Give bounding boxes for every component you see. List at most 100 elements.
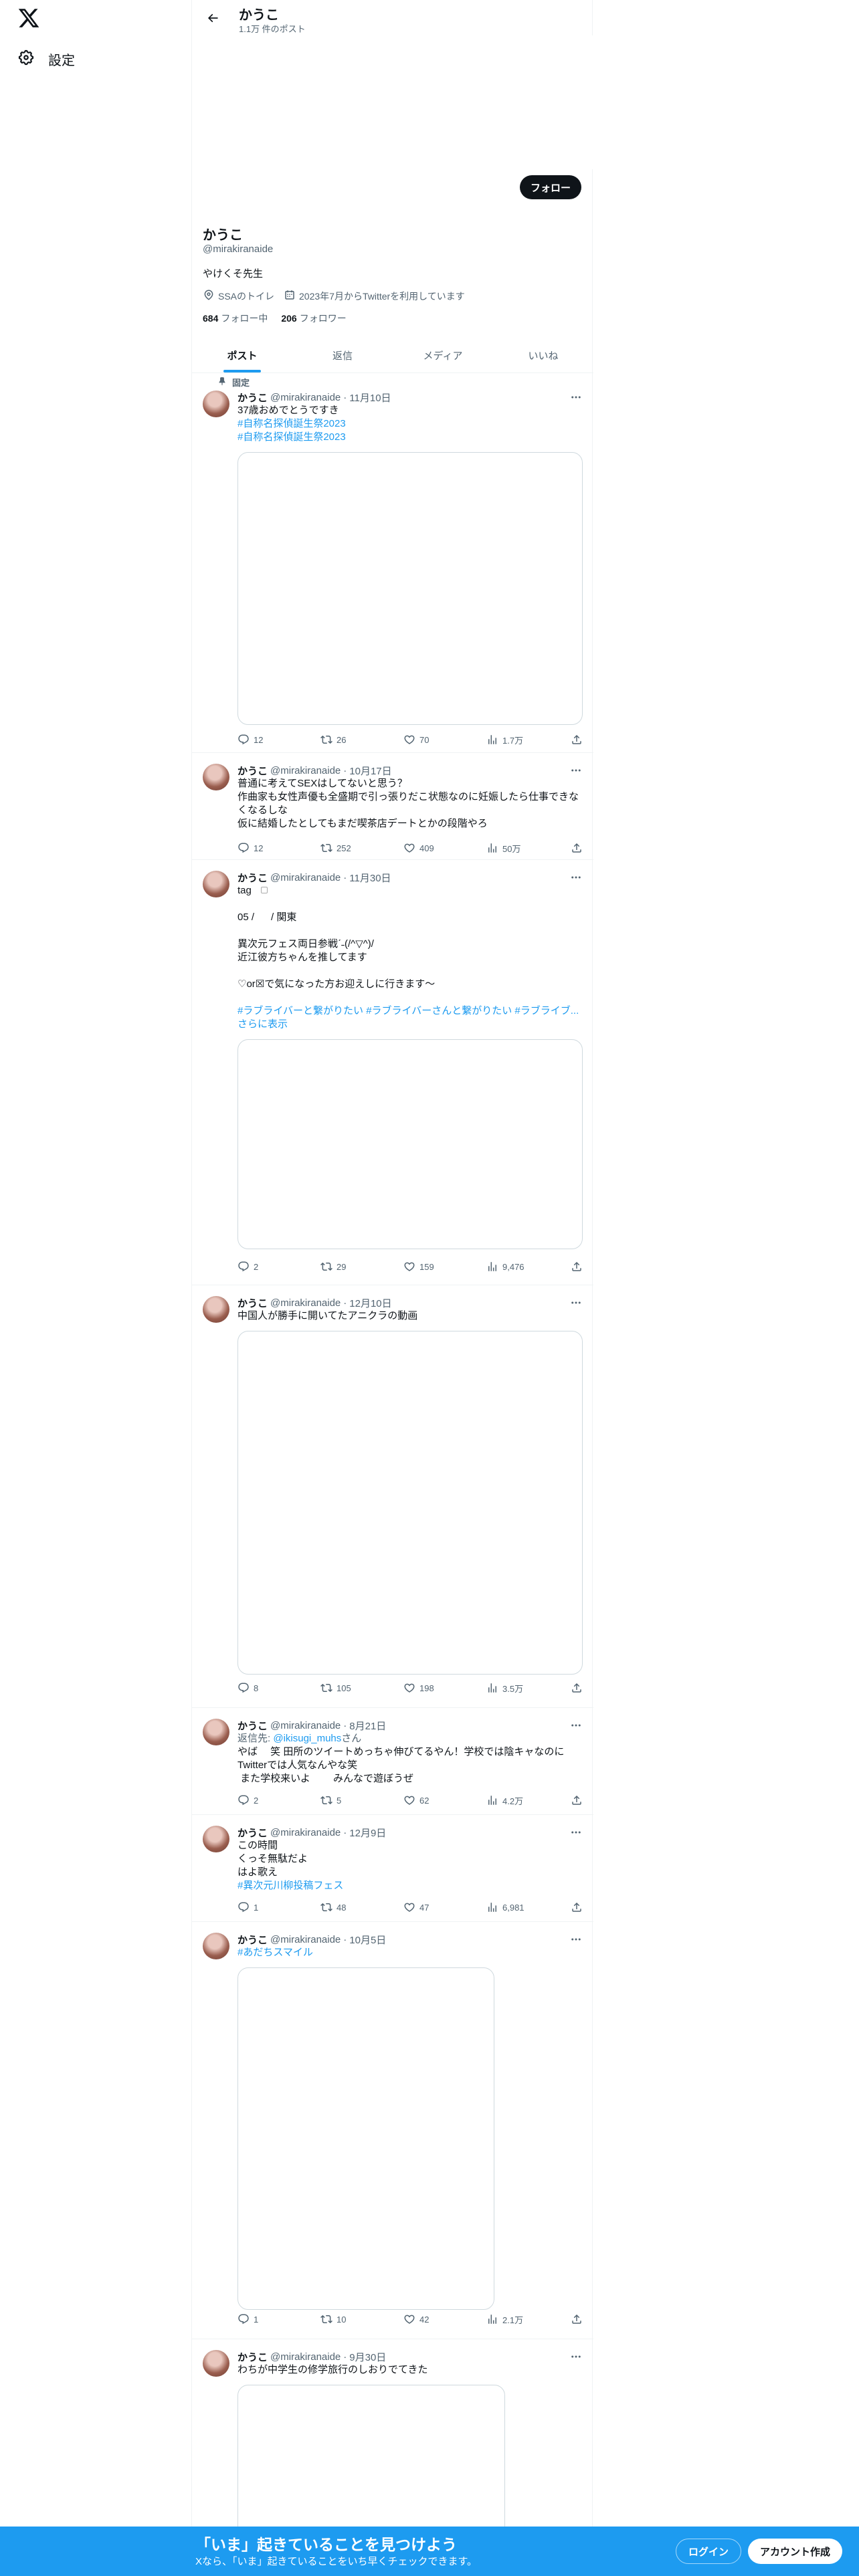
show-more-link[interactable]: さらに表示 [237,1018,583,1031]
tab-likes[interactable]: いいね [493,338,593,372]
tweet-date[interactable]: 9月30日 [349,2350,386,2364]
tweet[interactable]: かうこ @mirakiranaide · 10月17日 普通に考えてSEXはして… [192,753,593,860]
views-button[interactable]: 1.7万 [486,734,553,746]
more-options-icon[interactable] [569,1296,583,1309]
avatar[interactable] [203,1933,229,1959]
tweet-author-name[interactable]: かうこ [237,1719,268,1733]
tweet-date[interactable]: 12月10日 [349,1296,391,1310]
like-button[interactable]: 62 [403,1794,470,1806]
tweet-author-handle[interactable]: @mirakiranaide [270,1297,341,1309]
more-options-icon[interactable] [569,764,583,777]
like-button[interactable]: 198 [403,1682,470,1694]
create-account-button[interactable]: アカウント作成 [748,2539,843,2564]
more-options-icon[interactable] [569,871,583,884]
hashtag-link[interactable]: #あだちスマイル [237,1946,583,1959]
tweet-media[interactable] [237,452,583,725]
reply-button[interactable]: 1 [237,2313,304,2325]
share-button[interactable] [569,1794,583,1806]
hashtag-links[interactable]: #ラブライバーと繋がりたい #ラブライバーさんと繋がりたい #ラブライブ... [237,1004,583,1018]
avatar[interactable] [203,2350,229,2377]
tab-media[interactable]: メディア [393,338,493,372]
more-options-icon[interactable] [569,1719,583,1732]
hashtag-link[interactable]: #自称名探偵誕生祭2023 [237,417,583,431]
avatar[interactable] [203,871,229,897]
reply-button[interactable]: 2 [237,1794,304,1806]
tweet-media[interactable] [237,1967,494,2310]
tweet-author-name[interactable]: かうこ [237,764,268,778]
avatar[interactable] [203,391,229,417]
retweet-button[interactable]: 26 [320,734,387,746]
retweet-button[interactable]: 29 [320,1261,387,1273]
avatar[interactable] [203,1296,229,1323]
share-button[interactable] [569,1261,583,1273]
tweet-author-handle[interactable]: @mirakiranaide [270,872,341,883]
views-button[interactable]: 50万 [486,842,553,855]
tweet-pinned[interactable]: 固定 かうこ @mirakiranaide · 11月10日 37歳おめでとうで… [192,373,593,753]
retweet-button[interactable]: 5 [320,1794,387,1806]
tweet-date[interactable]: 8月21日 [349,1719,386,1733]
tweet-author-name[interactable]: かうこ [237,1826,268,1840]
reply-to-link[interactable]: @ikisugi_muhs [273,1733,341,1744]
tweet-author-handle[interactable]: @mirakiranaide [270,392,341,403]
avatar[interactable] [203,1826,229,1852]
tweet-author-handle[interactable]: @mirakiranaide [270,2351,341,2363]
tweet-author-handle[interactable]: @mirakiranaide [270,1720,341,1731]
tweet-date[interactable]: 10月5日 [349,1933,386,1947]
share-button[interactable] [569,734,583,746]
like-button[interactable]: 42 [403,2313,470,2325]
avatar[interactable] [203,1719,229,1745]
tweet-author-handle[interactable]: @mirakiranaide [270,1934,341,1945]
tweet-media[interactable] [237,1039,583,1249]
tab-replies[interactable]: 返信 [292,338,393,372]
tweet-reply[interactable]: かうこ @mirakiranaide · 8月21日 返信先: @ikisugi… [192,1708,593,1815]
following-link[interactable]: 684 フォロー中 [203,312,268,325]
tweet-date[interactable]: 11月30日 [349,871,391,885]
login-button[interactable]: ログイン [676,2539,742,2564]
like-button[interactable]: 409 [403,842,470,854]
tab-posts[interactable]: ポスト [192,338,292,372]
hashtag-link[interactable]: #異次元川柳投稿フェス [237,1879,583,1893]
tweet-date[interactable]: 12月9日 [349,1826,386,1840]
share-button[interactable] [569,842,583,854]
tweet-author-name[interactable]: かうこ [237,871,268,885]
reply-button[interactable]: 8 [237,1682,304,1694]
more-options-icon[interactable] [569,1933,583,1946]
nav-settings[interactable]: 設定 [17,47,75,71]
tweet[interactable]: かうこ @mirakiranaide · 11月30日 tag 05 / / 関… [192,860,593,1285]
views-button[interactable]: 6,981 [486,1901,553,1913]
tweet-date[interactable]: 10月17日 [349,764,391,778]
like-button[interactable]: 159 [403,1261,470,1273]
tweet[interactable]: かうこ @mirakiranaide · 10月5日 #あだちスマイル 1 10… [192,1922,593,2339]
avatar[interactable] [203,764,229,790]
x-logo-icon[interactable] [17,7,40,29]
tweet[interactable]: かうこ @mirakiranaide · 12月10日 中国人が勝手に開いてたア… [192,1285,593,1708]
hashtag-link[interactable]: #自称名探偵誕生祭2023 [237,431,583,444]
tweet[interactable]: かうこ @mirakiranaide · 12月9日 この時間 くっそ無駄だよ … [192,1815,593,1922]
back-arrow-icon[interactable] [203,8,223,28]
follow-button[interactable]: フォロー [519,175,581,199]
share-button[interactable] [569,2313,583,2325]
more-options-icon[interactable] [569,1826,583,1839]
views-button[interactable]: 9,476 [486,1261,553,1273]
share-button[interactable] [569,1901,583,1913]
views-button[interactable]: 3.5万 [486,1682,553,1695]
retweet-button[interactable]: 105 [320,1682,387,1694]
reply-button[interactable]: 12 [237,734,304,746]
retweet-button[interactable]: 10 [320,2313,387,2325]
tweet-date[interactable]: 11月10日 [349,391,391,405]
views-button[interactable]: 4.2万 [486,1794,553,1807]
tweet-author-name[interactable]: かうこ [237,391,268,405]
reply-button[interactable]: 2 [237,1261,304,1273]
retweet-button[interactable]: 252 [320,842,387,854]
reply-button[interactable]: 12 [237,842,304,854]
followers-link[interactable]: 206 フォロワー [281,312,346,325]
tweet-video[interactable] [237,1331,583,1675]
more-options-icon[interactable] [569,391,583,404]
like-button[interactable]: 70 [403,734,470,746]
retweet-button[interactable]: 48 [320,1901,387,1913]
tweet-author-name[interactable]: かうこ [237,1933,268,1947]
more-options-icon[interactable] [569,2350,583,2363]
tweet-author-name[interactable]: かうこ [237,1296,268,1310]
share-button[interactable] [569,1682,583,1694]
views-button[interactable]: 2.1万 [486,2313,553,2326]
